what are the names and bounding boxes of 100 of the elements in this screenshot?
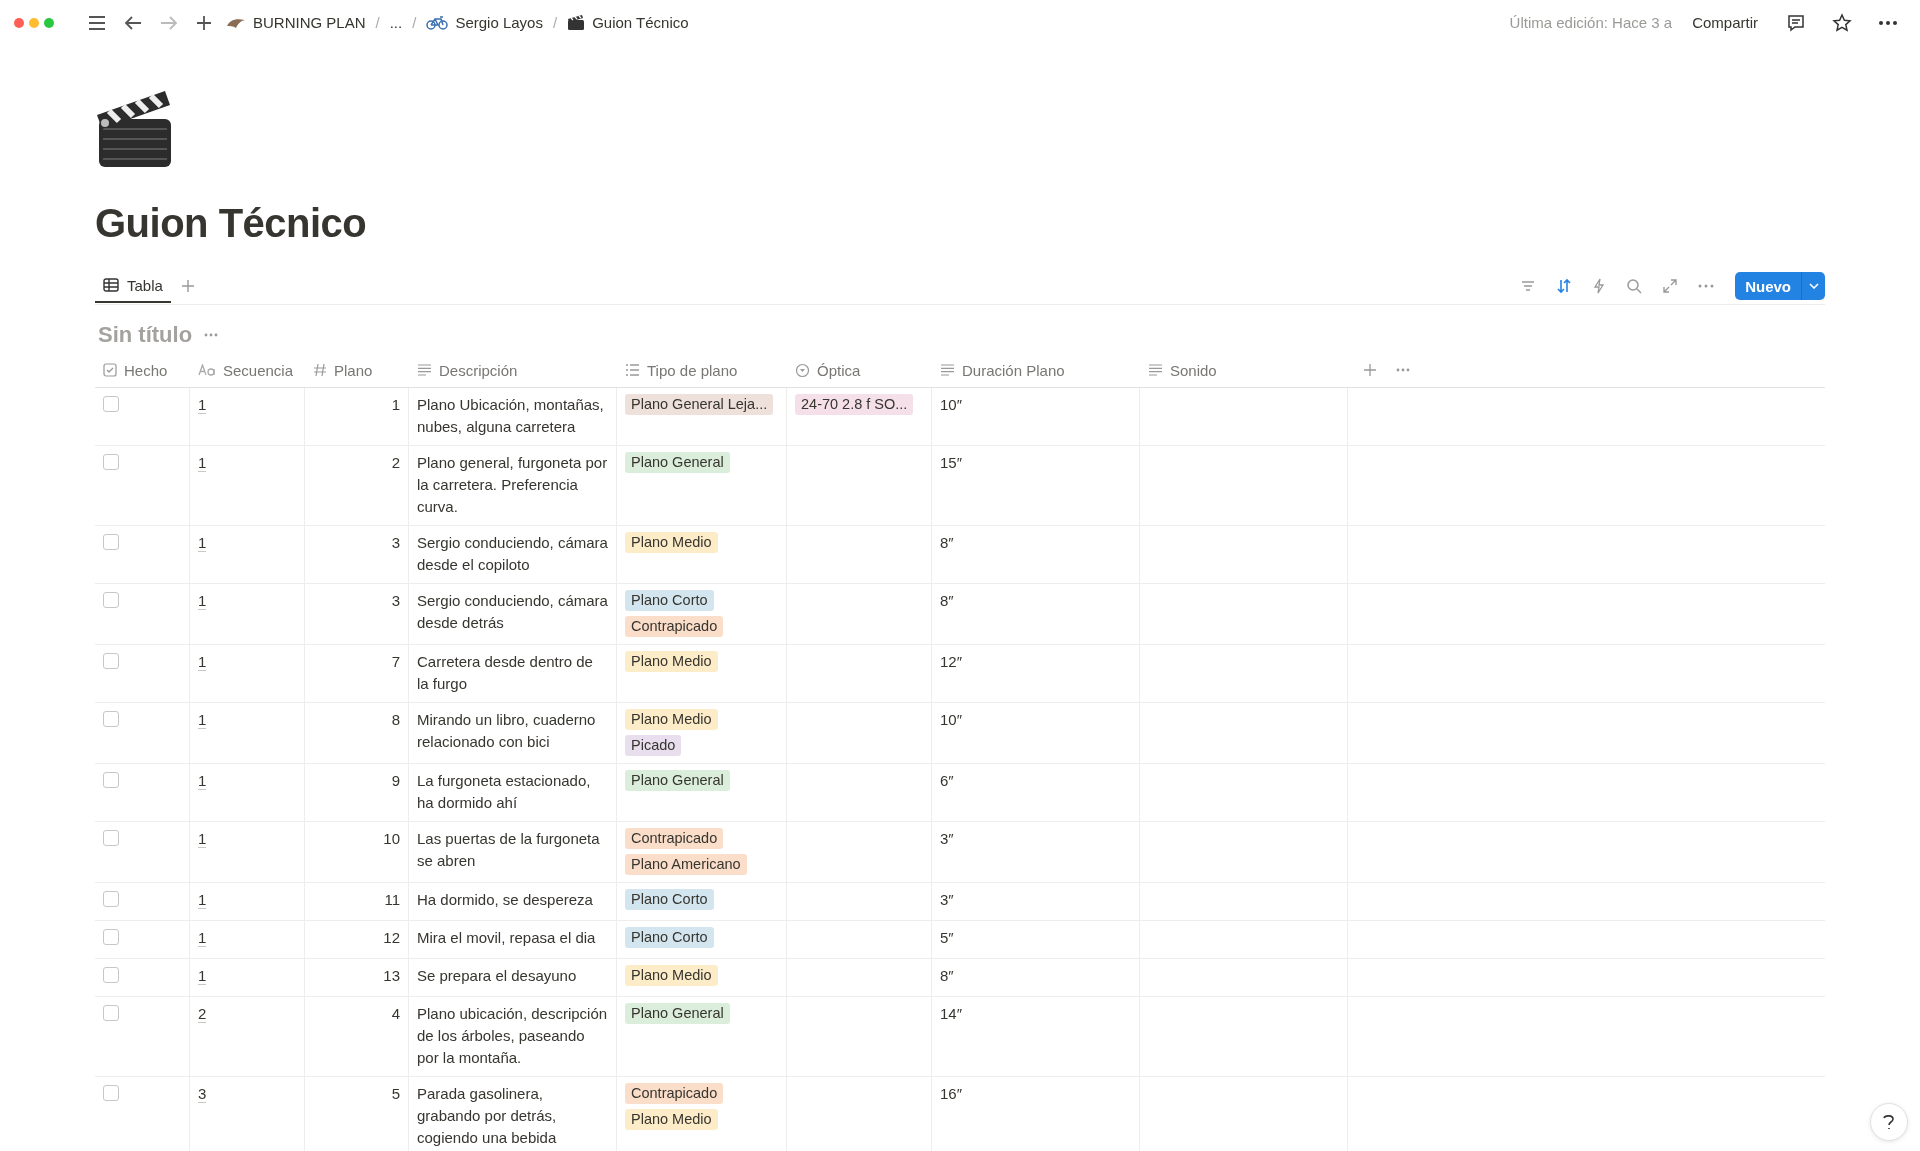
checkbox[interactable] [103,454,119,470]
title-link[interactable]: 1 [198,534,207,552]
breadcrumb-link[interactable]: ... [389,14,403,31]
table-cell: 16″ [940,1085,962,1102]
title-link[interactable]: 1 [198,830,207,848]
table-cell: 3″ [940,891,954,908]
help-button[interactable] [1870,1103,1908,1141]
checkbox[interactable] [103,653,119,669]
add-view-icon[interactable] [180,279,195,293]
table-cell: 3″ [940,830,954,847]
plus-icon[interactable] [196,14,212,31]
expand-icon[interactable] [1662,278,1679,294]
table-cell: 8″ [940,592,954,609]
title-link[interactable]: 1 [198,396,207,414]
star-icon[interactable] [1832,12,1852,33]
checkbox[interactable] [103,1005,119,1021]
table-cell: 12″ [940,653,962,670]
title-link[interactable]: 1 [198,967,207,985]
table-cell: 8″ [940,534,954,551]
table-cell: 3 [391,592,400,609]
checkbox[interactable] [103,967,119,983]
column-header[interactable]: Duración Plano [962,361,1065,379]
checkbox[interactable] [103,891,119,907]
share-button[interactable]: Compartir [1682,12,1768,33]
title-link[interactable]: 1 [198,929,207,947]
database-title: Sin título [98,322,193,348]
search-icon[interactable] [1626,278,1643,294]
tag: Contrapicado [625,828,724,849]
breadcrumb-link[interactable]: Sergio Layos [455,14,543,31]
table-cell: 5″ [940,929,954,946]
title-link[interactable]: 1 [198,592,207,610]
table-cell: La furgoneta estacionado, ha dormido ahí [417,772,591,811]
lightning-icon[interactable] [1592,278,1607,294]
column-header[interactable]: Secuencia [223,361,294,379]
column-header[interactable]: Sonido [1170,361,1217,379]
logo-icon [226,16,246,29]
back-arrow-icon[interactable] [124,14,142,31]
title-link[interactable]: 1 [198,772,207,790]
column-header[interactable]: Óptica [817,361,861,379]
table-cell: Se prepara el desayuno [417,967,577,984]
forward-arrow-icon[interactable] [160,14,178,31]
checkbox[interactable] [103,534,119,550]
table-cell: Sergio conduciendo, cámara desde detrás [417,592,608,631]
more-icon[interactable] [1878,19,1898,26]
checkbox[interactable] [103,929,119,945]
text-lines-icon [940,364,955,376]
table-cell: Mira el movil, repasa el dia [417,929,596,946]
breadcrumb-link[interactable]: Guion Técnico [592,14,689,31]
window-controls[interactable] [14,17,54,28]
checkbox[interactable] [103,592,119,608]
table-cell: 14″ [940,1005,962,1022]
breadcrumb-separator: / [375,14,380,31]
table-cell: 9 [391,772,400,789]
tag: Plano Corto [625,927,714,948]
checkbox[interactable] [103,772,119,788]
title-link[interactable]: 3 [198,1085,207,1103]
table-cell: Ha dormido, se despereza [417,891,593,908]
tag: Plano Medio [625,1109,718,1130]
new-dropdown-button[interactable] [1801,272,1825,300]
table-cell: 12 [383,929,400,946]
table-cell: 4 [391,1005,400,1022]
column-header[interactable]: Hecho [124,361,168,379]
title-link[interactable]: 2 [198,1005,207,1023]
table-cell: 2 [391,454,400,471]
table-cell: 10″ [940,396,962,413]
tag: Plano General [625,770,730,791]
breadcrumb-separator: / [412,14,417,31]
table-cell: Parada gasolinera, grabando por detrás, cogiendo una bebida [417,1085,557,1146]
table-cell: 5 [391,1085,400,1102]
title-link[interactable]: 1 [198,711,207,729]
title-link[interactable]: 1 [198,891,207,909]
table-cell: 15″ [940,454,962,471]
add-property-icon[interactable] [1364,364,1376,376]
clapperboard-icon [567,14,586,31]
comment-icon[interactable] [1786,12,1806,33]
checkbox[interactable] [103,830,119,846]
table-cell: 1 [391,396,400,413]
checkbox[interactable] [103,711,119,727]
page-title: Guion Técnico [95,200,368,247]
column-header[interactable]: Tipo de plano [647,361,738,379]
breadcrumb-separator: / [552,14,558,31]
sort-icon[interactable] [1556,278,1573,294]
breadcrumb-link[interactable]: BURNING PLAN [253,14,366,31]
view-tab[interactable]: Tabla [95,269,171,303]
list-property-icon [625,364,640,376]
checkbox[interactable] [103,1085,119,1101]
menu-icon[interactable] [88,14,106,31]
checkbox-property-icon [103,363,117,377]
text-property-icon [198,364,216,376]
checkbox[interactable] [103,396,119,412]
tag: Plano General [625,1003,730,1024]
tag: Plano Medio [625,709,718,730]
title-link[interactable]: 1 [198,653,207,671]
table-cell: Sergio conduciendo, cámara desde el copiloto [417,534,608,573]
column-header[interactable]: Plano [334,361,373,379]
filter-icon[interactable] [1520,279,1537,293]
table-cell: Plano general, furgoneta por la carretera. Preferencia curva. [417,454,608,515]
column-header[interactable]: Descripción [439,361,518,379]
new-button[interactable]: Nuevo [1735,272,1801,300]
title-link[interactable]: 1 [198,454,207,472]
